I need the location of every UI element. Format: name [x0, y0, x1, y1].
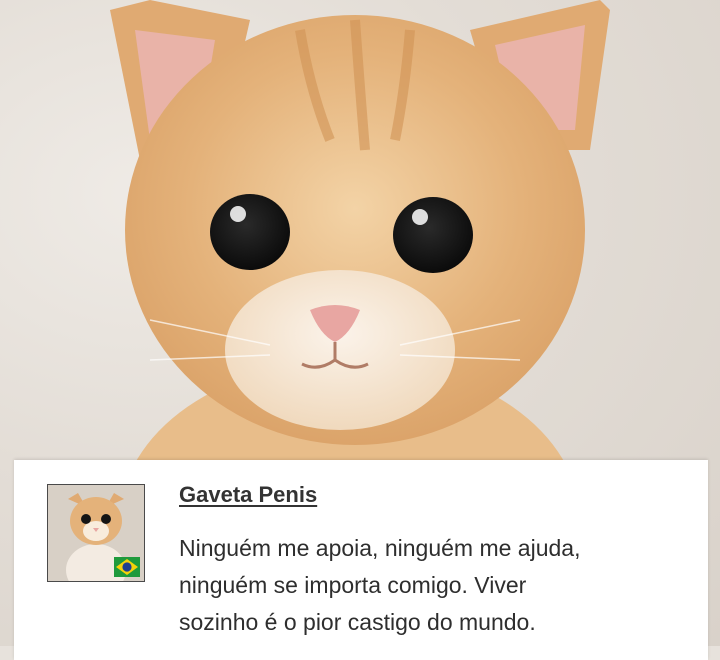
- right-eye: [393, 197, 473, 273]
- post-card: Gaveta Penis Ninguém me apoia, ninguém m…: [14, 460, 708, 660]
- avatar[interactable]: [47, 484, 145, 582]
- post-text: Ninguém me apoia, ninguém me ajuda, ning…: [179, 530, 689, 641]
- post-text-line: sozinho é o pior castigo do mundo.: [179, 609, 536, 635]
- post-text-line: Ninguém me apoia, ninguém me ajuda,: [179, 535, 581, 561]
- post-author[interactable]: Gaveta Penis: [179, 482, 317, 508]
- post-text-line: ninguém se importa comigo. Viver: [179, 572, 527, 598]
- left-eye: [210, 194, 290, 270]
- kitten-muzzle: [225, 270, 455, 430]
- brazil-flag-icon: [114, 557, 140, 577]
